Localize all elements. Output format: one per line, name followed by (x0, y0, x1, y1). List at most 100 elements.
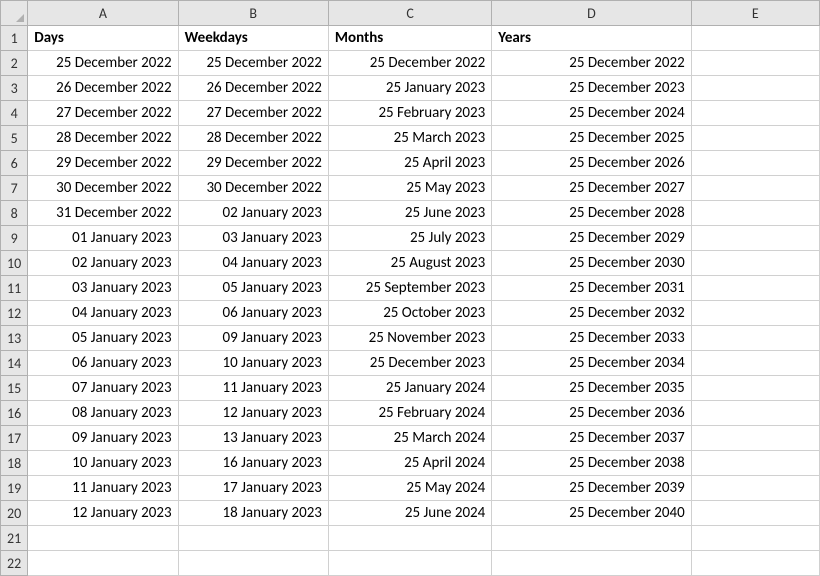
cell-B20[interactable]: 18 January 2023 (178, 501, 328, 526)
cell-A14[interactable]: 06 January 2023 (28, 351, 178, 376)
cell-B1[interactable]: Weekdays (178, 26, 328, 51)
cell-D15[interactable]: 25 December 2035 (492, 376, 691, 401)
cell-E1[interactable] (691, 26, 819, 51)
cell-E4[interactable] (691, 101, 819, 126)
row-header-12[interactable]: 12 (1, 301, 28, 326)
cell-D10[interactable]: 25 December 2030 (492, 251, 691, 276)
cell-E6[interactable] (691, 151, 819, 176)
cell-E21[interactable] (691, 526, 819, 551)
cell-E16[interactable] (691, 401, 819, 426)
row-header-22[interactable]: 22 (1, 551, 28, 576)
cell-A9[interactable]: 01 January 2023 (28, 226, 178, 251)
cell-D16[interactable]: 25 December 2036 (492, 401, 691, 426)
cell-A11[interactable]: 03 January 2023 (28, 276, 178, 301)
cell-C14[interactable]: 25 December 2023 (328, 351, 491, 376)
cell-C13[interactable]: 25 November 2023 (328, 326, 491, 351)
cell-C22[interactable] (328, 551, 491, 576)
cell-B15[interactable]: 11 January 2023 (178, 376, 328, 401)
cell-A7[interactable]: 30 December 2022 (28, 176, 178, 201)
cell-D3[interactable]: 25 December 2023 (492, 76, 691, 101)
cell-A16[interactable]: 08 January 2023 (28, 401, 178, 426)
row-header-6[interactable]: 6 (1, 151, 28, 176)
cell-B2[interactable]: 25 December 2022 (178, 51, 328, 76)
cell-A2[interactable]: 25 December 2022 (28, 51, 178, 76)
row-header-5[interactable]: 5 (1, 126, 28, 151)
cell-E14[interactable] (691, 351, 819, 376)
cell-E12[interactable] (691, 301, 819, 326)
row-header-17[interactable]: 17 (1, 426, 28, 451)
cell-E3[interactable] (691, 76, 819, 101)
cell-D11[interactable]: 25 December 2031 (492, 276, 691, 301)
cell-C21[interactable] (328, 526, 491, 551)
select-all-corner[interactable] (1, 1, 28, 26)
cell-D6[interactable]: 25 December 2026 (492, 151, 691, 176)
cell-B12[interactable]: 06 January 2023 (178, 301, 328, 326)
cell-B3[interactable]: 26 December 2022 (178, 76, 328, 101)
cell-C6[interactable]: 25 April 2023 (328, 151, 491, 176)
cell-E17[interactable] (691, 426, 819, 451)
row-header-20[interactable]: 20 (1, 501, 28, 526)
cell-E22[interactable] (691, 551, 819, 576)
cell-A8[interactable]: 31 December 2022 (28, 201, 178, 226)
cell-C17[interactable]: 25 March 2024 (328, 426, 491, 451)
cell-D8[interactable]: 25 December 2028 (492, 201, 691, 226)
cell-C18[interactable]: 25 April 2024 (328, 451, 491, 476)
cell-D14[interactable]: 25 December 2034 (492, 351, 691, 376)
cell-A21[interactable] (28, 526, 178, 551)
cell-C16[interactable]: 25 February 2024 (328, 401, 491, 426)
cell-C12[interactable]: 25 October 2023 (328, 301, 491, 326)
col-header-B[interactable]: B (178, 1, 328, 26)
cell-E13[interactable] (691, 326, 819, 351)
cell-E19[interactable] (691, 476, 819, 501)
cell-B11[interactable]: 05 January 2023 (178, 276, 328, 301)
cell-C15[interactable]: 25 January 2024 (328, 376, 491, 401)
row-header-11[interactable]: 11 (1, 276, 28, 301)
cell-B13[interactable]: 09 January 2023 (178, 326, 328, 351)
cell-E15[interactable] (691, 376, 819, 401)
row-header-1[interactable]: 1 (1, 26, 28, 51)
cell-D1[interactable]: Years (492, 26, 691, 51)
cell-D22[interactable] (492, 551, 691, 576)
cell-B19[interactable]: 17 January 2023 (178, 476, 328, 501)
cell-D17[interactable]: 25 December 2037 (492, 426, 691, 451)
cell-C7[interactable]: 25 May 2023 (328, 176, 491, 201)
cell-B18[interactable]: 16 January 2023 (178, 451, 328, 476)
row-header-15[interactable]: 15 (1, 376, 28, 401)
cell-C8[interactable]: 25 June 2023 (328, 201, 491, 226)
row-header-4[interactable]: 4 (1, 101, 28, 126)
col-header-A[interactable]: A (28, 1, 178, 26)
cell-D12[interactable]: 25 December 2032 (492, 301, 691, 326)
cell-C5[interactable]: 25 March 2023 (328, 126, 491, 151)
cell-C10[interactable]: 25 August 2023 (328, 251, 491, 276)
cell-E18[interactable] (691, 451, 819, 476)
cell-B4[interactable]: 27 December 2022 (178, 101, 328, 126)
cell-D18[interactable]: 25 December 2038 (492, 451, 691, 476)
cell-D9[interactable]: 25 December 2029 (492, 226, 691, 251)
cell-C9[interactable]: 25 July 2023 (328, 226, 491, 251)
row-header-9[interactable]: 9 (1, 226, 28, 251)
cell-E7[interactable] (691, 176, 819, 201)
row-header-13[interactable]: 13 (1, 326, 28, 351)
cell-A18[interactable]: 10 January 2023 (28, 451, 178, 476)
cell-B22[interactable] (178, 551, 328, 576)
cell-C19[interactable]: 25 May 2024 (328, 476, 491, 501)
cell-D7[interactable]: 25 December 2027 (492, 176, 691, 201)
cell-E2[interactable] (691, 51, 819, 76)
cell-A12[interactable]: 04 January 2023 (28, 301, 178, 326)
cell-B6[interactable]: 29 December 2022 (178, 151, 328, 176)
cell-D20[interactable]: 25 December 2040 (492, 501, 691, 526)
cell-A20[interactable]: 12 January 2023 (28, 501, 178, 526)
cell-C11[interactable]: 25 September 2023 (328, 276, 491, 301)
cell-A22[interactable] (28, 551, 178, 576)
cell-E20[interactable] (691, 501, 819, 526)
cell-E10[interactable] (691, 251, 819, 276)
cell-C3[interactable]: 25 January 2023 (328, 76, 491, 101)
row-header-10[interactable]: 10 (1, 251, 28, 276)
row-header-14[interactable]: 14 (1, 351, 28, 376)
row-header-3[interactable]: 3 (1, 76, 28, 101)
cell-B16[interactable]: 12 January 2023 (178, 401, 328, 426)
cell-E11[interactable] (691, 276, 819, 301)
cell-A1[interactable]: Days (28, 26, 178, 51)
cell-C2[interactable]: 25 December 2022 (328, 51, 491, 76)
cell-A6[interactable]: 29 December 2022 (28, 151, 178, 176)
